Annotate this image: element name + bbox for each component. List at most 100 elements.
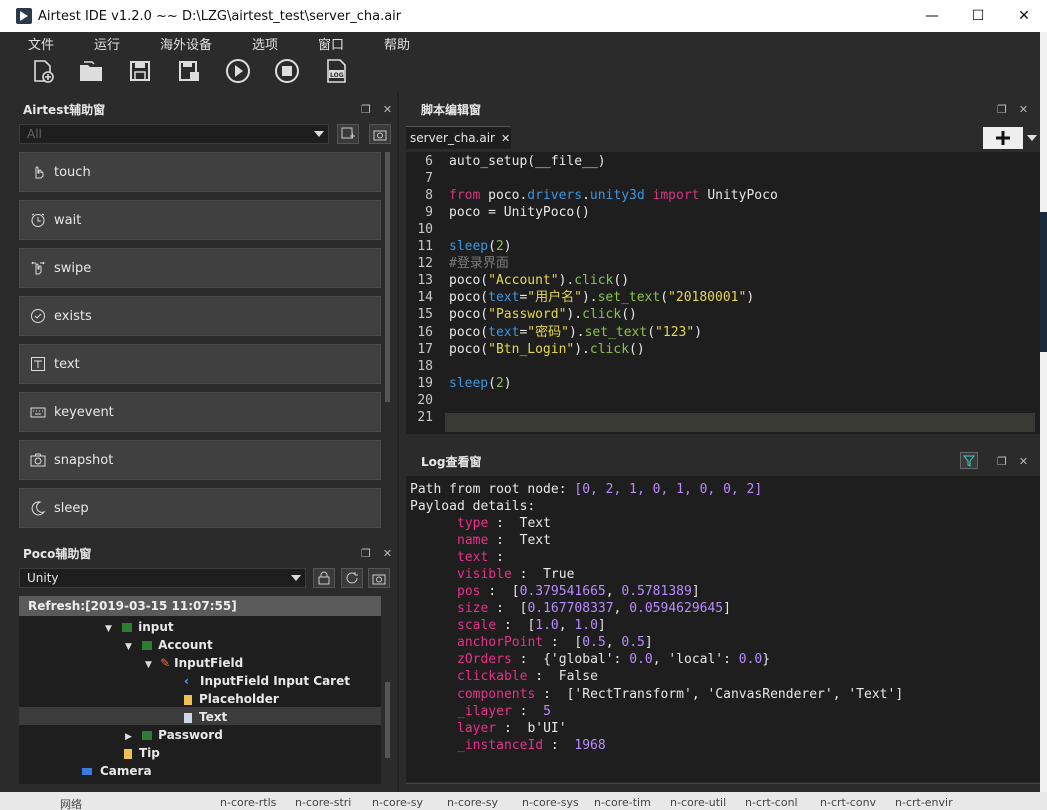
code-line[interactable]: 10	[406, 221, 1040, 238]
code-line[interactable]: 17 poco("Btn_Login").click()	[406, 341, 1040, 358]
taskbar-item[interactable]: n-core-rtls	[220, 796, 276, 809]
new-tab-button[interactable]	[983, 127, 1023, 149]
menu-options[interactable]: 选项	[252, 34, 278, 53]
code-line[interactable]: 14 poco(text="用户名").set_text("20180001")	[406, 289, 1040, 306]
float-icon[interactable]: ❐	[997, 455, 1007, 468]
maximize-button[interactable]: ☐	[955, 0, 1001, 32]
api-swipe-button[interactable]: swipe	[19, 248, 381, 288]
api-touch-button[interactable]: touch	[19, 152, 381, 192]
tree-node-inputfield[interactable]: ▼ ✎ InputField	[145, 654, 243, 672]
menu-run[interactable]: 运行	[94, 34, 120, 53]
save-as-icon[interactable]	[175, 58, 202, 85]
run-icon[interactable]	[224, 58, 251, 85]
menu-window[interactable]: 窗口	[318, 34, 344, 53]
taskbar-item[interactable]: n-crt-conv	[820, 796, 876, 809]
close-icon[interactable]: ✕	[383, 103, 392, 116]
screenshot-add-button[interactable]	[337, 124, 359, 144]
tree-node-label: Placeholder	[199, 692, 279, 706]
splitter[interactable]	[397, 92, 399, 792]
menu-overseas-devices[interactable]: 海外设备	[160, 34, 212, 53]
tree-node-password[interactable]: ▶ Password	[125, 726, 223, 744]
code-token: "Btn_Login"	[488, 341, 575, 357]
plus-icon	[996, 131, 1010, 145]
taskbar-item[interactable]: n-core-sys	[522, 796, 579, 809]
taskbar-item[interactable]: n-core-util	[670, 796, 726, 809]
code-token: click	[574, 273, 614, 289]
tree-node-text[interactable]: Text	[184, 708, 227, 726]
taskbar-item[interactable]: n-core-sy	[372, 796, 423, 809]
taskbar-item[interactable]: n-crt-envir	[895, 796, 953, 809]
tree-scrollbar[interactable]	[385, 682, 390, 758]
api-snapshot-label: snapshot	[54, 452, 114, 468]
code-editor[interactable]: 6 auto_setup(__file__) 7 8 from poco.drivers…	[406, 152, 1040, 434]
tree-node-label: Account	[158, 638, 213, 652]
stop-icon[interactable]	[273, 58, 300, 85]
poco-mode-select[interactable]: Unity	[19, 568, 306, 588]
tree-node-input-caret[interactable]: ‹ InputField Input Caret	[184, 672, 350, 690]
expand-arrow-icon[interactable]: ▼	[145, 660, 152, 670]
code-line[interactable]: 20	[406, 392, 1040, 409]
code-line[interactable]: 16 poco(text="密码").set_text("123")	[406, 324, 1040, 341]
open-folder-icon[interactable]	[77, 58, 104, 85]
new-file-icon[interactable]	[28, 58, 55, 85]
close-icon[interactable]: ✕	[1019, 103, 1028, 116]
code-token: (	[488, 239, 496, 255]
float-icon[interactable]: ❐	[997, 103, 1007, 116]
code-line[interactable]: 7	[406, 170, 1040, 187]
airtest-scrollbar[interactable]	[385, 152, 390, 402]
save-icon[interactable]	[126, 58, 153, 85]
code-line[interactable]: 15 poco("Password").click()	[406, 306, 1040, 323]
lock-button[interactable]	[313, 568, 335, 588]
expand-arrow-icon[interactable]: ▼	[125, 642, 132, 652]
api-sleep-button[interactable]: sleep	[19, 488, 381, 528]
tree-node-camera[interactable]: Camera	[82, 762, 152, 780]
menu-help[interactable]: 帮助	[384, 34, 410, 53]
api-exists-button[interactable]: exists	[19, 296, 381, 336]
close-button[interactable]: ✕	[1001, 0, 1047, 32]
taskbar-item[interactable]: 网络	[60, 796, 82, 810]
line-number: 7	[425, 171, 433, 187]
tree-node-input[interactable]: ▼ input	[105, 618, 174, 636]
code-line[interactable]: 8 from poco.drivers.unity3d import UnityP…	[406, 187, 1040, 204]
float-icon[interactable]: ❐	[361, 547, 371, 560]
refresh-button[interactable]	[341, 568, 363, 588]
taskbar-item[interactable]: n-crt-conl	[745, 796, 798, 809]
record-button[interactable]	[369, 124, 391, 144]
tree-node-account[interactable]: ▼ Account	[125, 636, 213, 654]
tree-node-tip[interactable]: Tip	[124, 744, 160, 762]
code-token: "Account"	[488, 273, 559, 289]
code-line[interactable]: 12 #登录界面	[406, 255, 1040, 272]
tab-menu-chevron-icon[interactable]	[1027, 135, 1037, 141]
log-hscrollbar[interactable]	[406, 783, 1040, 791]
log-icon[interactable]: LOG	[322, 58, 349, 85]
tree-node-placeholder[interactable]: Placeholder	[184, 690, 279, 708]
editor-tab[interactable]: server_cha.air ✕	[406, 126, 511, 149]
log-output[interactable]: Path from root node: [0, 2, 1, 0, 1, 0, …	[406, 476, 1040, 782]
code-line[interactable]: 19 sleep(2)	[406, 375, 1040, 392]
log-filter-button[interactable]	[960, 452, 978, 469]
code-line[interactable]: 9 poco = UnityPoco()	[406, 204, 1040, 221]
close-icon[interactable]: ✕	[383, 547, 392, 560]
api-wait-button[interactable]: wait	[19, 200, 381, 240]
api-keyevent-button[interactable]: keyevent	[19, 392, 381, 432]
code-line[interactable]: 11 sleep(2)	[406, 238, 1040, 255]
minimize-button[interactable]: —	[909, 0, 955, 32]
taskbar-item[interactable]: n-core-sy	[447, 796, 498, 809]
float-icon[interactable]: ❐	[361, 103, 371, 116]
expand-arrow-icon[interactable]: ▶	[125, 732, 132, 742]
menu-file[interactable]: 文件	[28, 34, 54, 53]
poco-record-button[interactable]	[368, 568, 390, 588]
taskbar-item[interactable]: n-core-stri	[295, 796, 351, 809]
expand-arrow-icon[interactable]: ▼	[105, 624, 112, 634]
api-snapshot-button[interactable]: snapshot	[19, 440, 381, 480]
taskbar-item[interactable]: n-core-tim	[594, 796, 651, 809]
code-line[interactable]: 13 poco("Account").click()	[406, 272, 1040, 289]
tree-node-label: Camera	[100, 764, 152, 778]
tab-close-icon[interactable]: ✕	[501, 132, 510, 145]
api-text-button[interactable]: text	[19, 344, 381, 384]
api-filter-select[interactable]: All	[19, 124, 329, 144]
code-line[interactable]: 18	[406, 358, 1040, 375]
code-line[interactable]: 6 auto_setup(__file__)	[406, 153, 1040, 170]
close-icon[interactable]: ✕	[1019, 455, 1028, 468]
